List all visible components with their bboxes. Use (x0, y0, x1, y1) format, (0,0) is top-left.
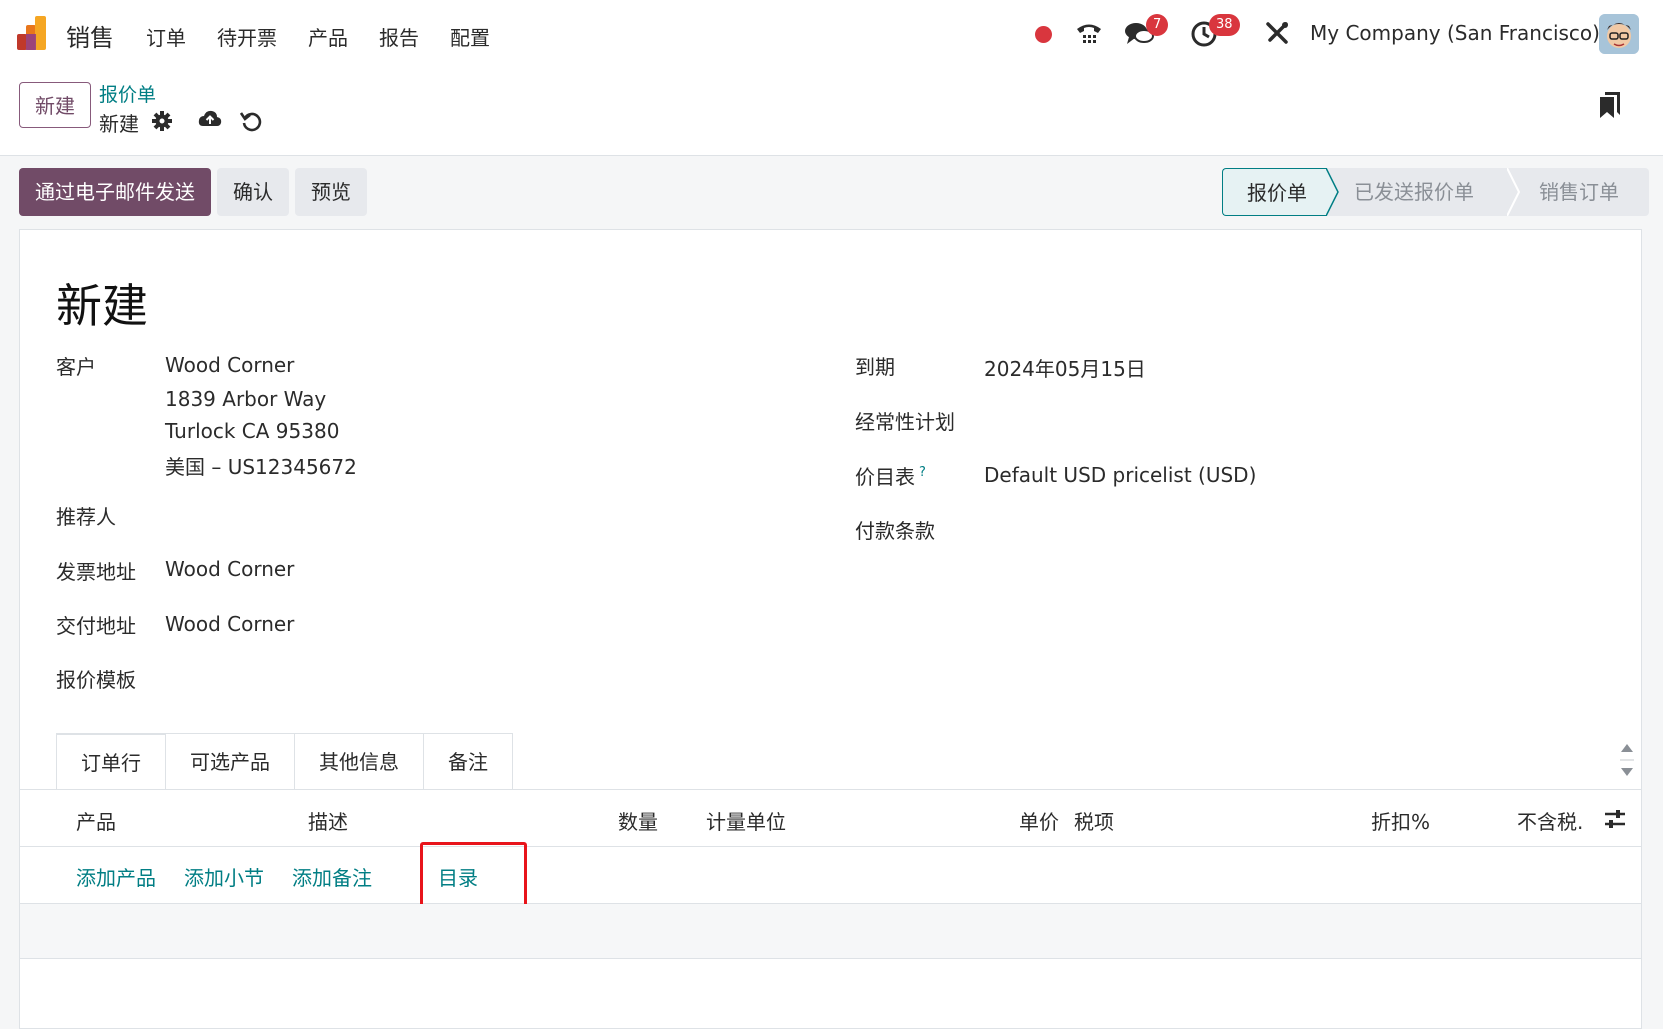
stage-arrow (1507, 168, 1521, 216)
sales-app-icon[interactable] (17, 16, 51, 50)
menu-to-invoice[interactable]: 待开票 (217, 22, 277, 51)
tools-icon[interactable] (1262, 18, 1292, 48)
recurring-plan-label: 经常性计划 (855, 410, 955, 434)
notebook-tabs: 订单行 可选产品 其他信息 备注 (56, 733, 513, 789)
messages-badge: 7 (1146, 14, 1169, 36)
preview-button[interactable]: 预览 (295, 168, 367, 216)
menu-reporting[interactable]: 报告 (379, 22, 419, 51)
customer-label: 客户 (56, 355, 96, 379)
record-name: 新建 (99, 112, 139, 136)
stage-sales-order[interactable]: 销售订单 (1521, 168, 1649, 216)
col-subtotal[interactable]: 不含税. (1517, 806, 1583, 835)
status-bar: 报价单 已发送报价单 销售订单 (1222, 168, 1649, 216)
pricelist-help-icon[interactable]: ? (919, 465, 926, 480)
quote-template-label: 报价模板 (56, 668, 136, 692)
company-switcher[interactable]: My Company (San Francisco) (1310, 21, 1600, 45)
pricelist-label-text: 价目表 (855, 465, 915, 489)
col-uom[interactable]: 计量单位 (706, 806, 786, 835)
stage-quotation-sent[interactable]: 已发送报价单 (1346, 168, 1507, 216)
new-button[interactable]: 新建 (19, 82, 91, 128)
add-line-row: 添加产品 添加小节 添加备注 目录 (20, 847, 1641, 904)
activities-badge: 38 (1209, 14, 1240, 36)
menu-products[interactable]: 产品 (308, 22, 348, 51)
delivery-address-field[interactable]: Wood Corner (165, 612, 294, 636)
discard-icon[interactable] (240, 110, 262, 132)
order-lines-header: 产品 描述 数量 计量单位 单价 税项 折扣% 不含税. (20, 790, 1641, 847)
catalog-highlight-box (420, 842, 527, 910)
delivery-address-label: 交付地址 (56, 614, 136, 638)
bookmark-icon[interactable] (1600, 92, 1620, 118)
invoice-address-label: 发票地址 (56, 560, 136, 584)
form-sheet: 新建 客户 Wood Corner 1839 Arbor Way Turlock… (19, 229, 1642, 1029)
add-product-link[interactable]: 添加产品 (76, 862, 156, 891)
control-panel: 新建 报价单 新建 (0, 70, 1663, 156)
top-navbar: 销售 订单 待开票 产品 报告 配置 7 38 My Company (San … (0, 0, 1663, 70)
user-avatar[interactable] (1599, 14, 1639, 54)
customer-country-vat: 美国 – US12345672 (165, 455, 357, 479)
invoice-address-field[interactable]: Wood Corner (165, 557, 294, 581)
send-by-email-button[interactable]: 通过电子邮件发送 (19, 168, 211, 216)
recording-dot-icon[interactable] (1035, 26, 1052, 43)
optional-columns-icon[interactable] (1604, 808, 1626, 830)
gear-icon[interactable] (151, 110, 173, 132)
tab-other-info[interactable]: 其他信息 (294, 733, 424, 789)
pricelist-label: 价目表? (855, 461, 926, 490)
referrer-label: 推荐人 (56, 505, 116, 529)
menu-orders[interactable]: 订单 (146, 22, 186, 51)
phone-icon[interactable] (1074, 18, 1104, 48)
stage-arrow-active (1326, 168, 1346, 216)
customer-street: 1839 Arbor Way (165, 387, 327, 411)
col-description[interactable]: 描述 (308, 806, 348, 835)
col-product[interactable]: 产品 (76, 806, 116, 835)
tab-optional-products[interactable]: 可选产品 (165, 733, 295, 789)
col-taxes[interactable]: 税项 (1074, 806, 1114, 835)
customer-name[interactable]: Wood Corner (165, 353, 294, 377)
breadcrumb-quotations[interactable]: 报价单 (99, 80, 156, 107)
add-section-link[interactable]: 添加小节 (184, 862, 264, 891)
expiration-label: 到期 (855, 355, 895, 379)
col-discount[interactable]: 折扣% (1371, 806, 1430, 835)
empty-row (20, 904, 1641, 959)
expiration-field[interactable]: 2024年05月15日 (984, 353, 1146, 382)
action-buttons: 通过电子邮件发送 确认 预览 (19, 168, 373, 216)
tab-order-lines[interactable]: 订单行 (56, 733, 166, 789)
pricelist-field[interactable]: Default USD pricelist (USD) (984, 463, 1256, 487)
confirm-button[interactable]: 确认 (217, 168, 289, 216)
app-name[interactable]: 销售 (66, 18, 114, 53)
cloud-upload-icon[interactable] (198, 108, 222, 130)
payment-terms-label: 付款条款 (855, 519, 935, 543)
stage-quotation[interactable]: 报价单 (1222, 168, 1326, 216)
col-quantity[interactable]: 数量 (618, 806, 658, 835)
tab-notes[interactable]: 备注 (423, 733, 513, 789)
col-unit-price[interactable]: 单价 (1019, 806, 1059, 835)
add-note-link[interactable]: 添加备注 (292, 862, 372, 891)
main-menu: 订单 待开票 产品 报告 配置 (146, 22, 521, 51)
scroll-arrows-icon[interactable] (1620, 740, 1634, 780)
customer-city: Turlock CA 95380 (165, 419, 340, 443)
record-title[interactable]: 新建 (56, 270, 148, 336)
menu-configuration[interactable]: 配置 (450, 22, 490, 51)
